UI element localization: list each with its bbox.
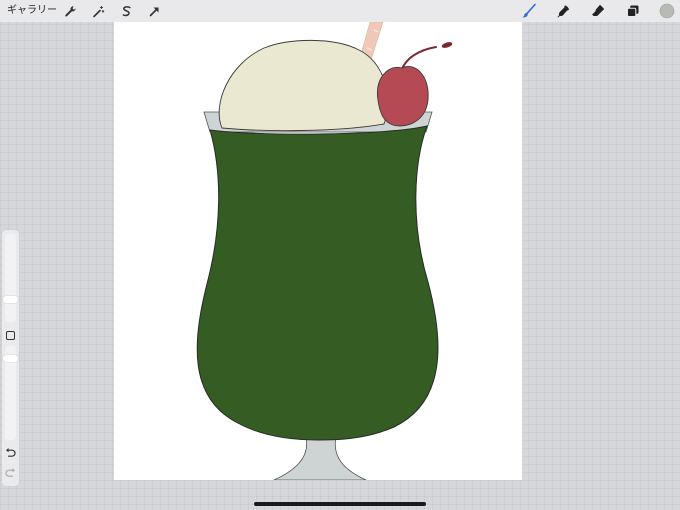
left-sidebar: [2, 230, 19, 486]
ice-cream-scoop: [218, 39, 389, 132]
selection-icon[interactable]: [117, 2, 135, 20]
melon-soda-artwork: [196, 22, 453, 480]
top-toolbar: ギャラリー: [0, 0, 680, 22]
drawing-canvas[interactable]: [114, 22, 522, 480]
procreate-app: ギャラリー: [0, 0, 680, 510]
brush-size-slider[interactable]: [5, 234, 16, 322]
brush-size-thumb[interactable]: [3, 295, 18, 303]
glass-stem: [273, 436, 367, 480]
home-indicator[interactable]: [254, 502, 426, 506]
cherry-stem-tip: [441, 42, 453, 48]
magic-wand-icon[interactable]: [89, 2, 107, 20]
redo-icon[interactable]: [4, 467, 17, 479]
drink-body: [196, 125, 439, 441]
layers-icon[interactable]: [624, 2, 642, 20]
brush-icon[interactable]: [520, 2, 538, 20]
transform-arrow-icon[interactable]: [145, 2, 163, 20]
square-modifier-icon[interactable]: [6, 331, 15, 340]
undo-icon[interactable]: [4, 447, 17, 459]
cherry: [376, 66, 429, 127]
eraser-icon[interactable]: [589, 2, 607, 20]
opacity-thumb[interactable]: [3, 354, 18, 362]
gallery-button[interactable]: ギャラリー: [7, 4, 57, 18]
smudge-icon[interactable]: [554, 2, 572, 20]
wrench-icon[interactable]: [61, 2, 79, 20]
color-swatch[interactable]: [658, 2, 676, 20]
